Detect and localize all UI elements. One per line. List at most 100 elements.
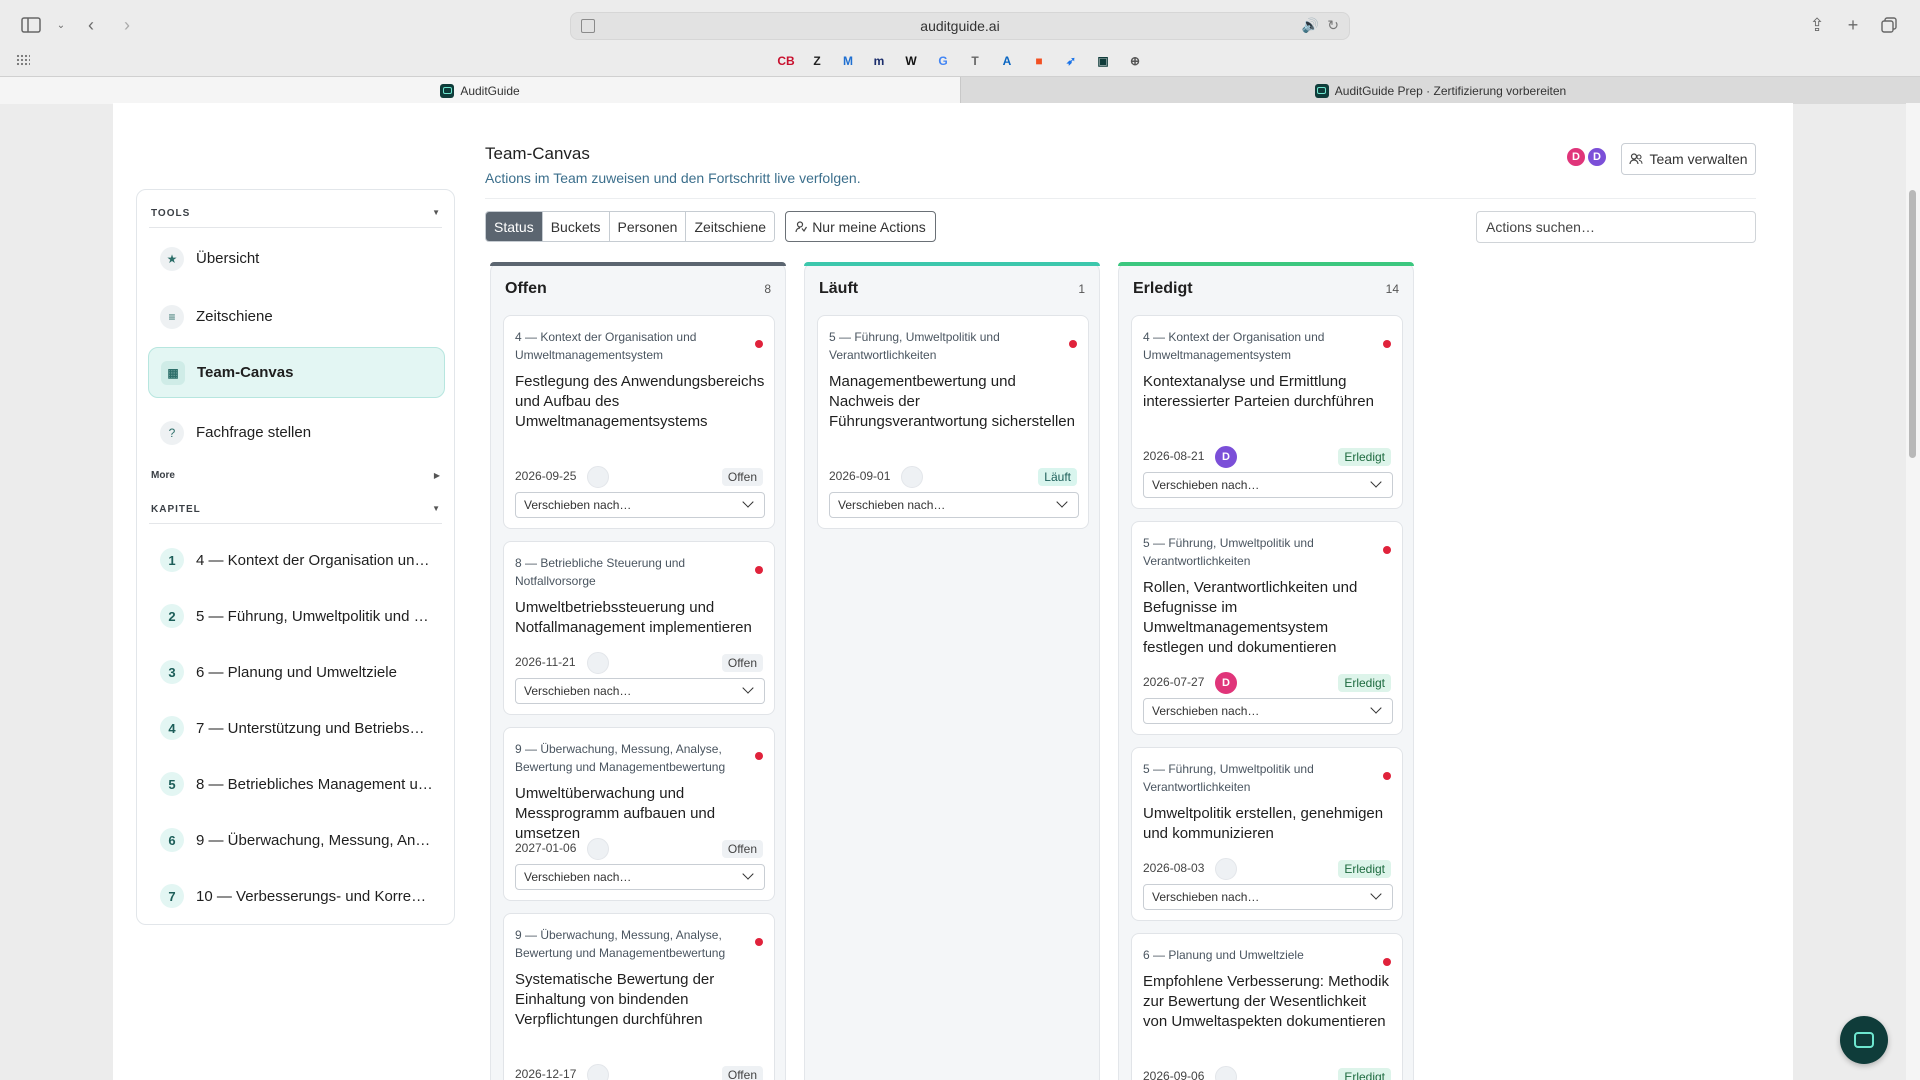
tab-auditguide[interactable]: AuditGuide xyxy=(0,77,960,104)
bookmark-icon[interactable]: Z xyxy=(808,52,826,70)
sidebar-item-label: Übersicht xyxy=(196,250,260,267)
search-input[interactable]: Actions suchen… xyxy=(1476,211,1756,243)
priority-dot-icon xyxy=(1383,546,1391,554)
action-card[interactable]: 5 — Führung, Umweltpolitik und Verantwor… xyxy=(1131,747,1403,921)
collapse-chapters-icon[interactable]: ▼ xyxy=(432,504,440,513)
more-toggle[interactable]: More xyxy=(151,470,175,481)
bookmark-icon[interactable]: ■ xyxy=(1030,52,1048,70)
bookmark-icon[interactable]: CB xyxy=(777,52,795,70)
sidebar-item-zeitschiene[interactable]: ≡ Zeitschiene xyxy=(148,291,445,342)
move-to-select[interactable]: Verschieben nach… xyxy=(1143,884,1393,910)
chapter-label: 8 — Betriebliches Management un… xyxy=(196,775,433,793)
sidebar-toggle-icon[interactable] xyxy=(18,12,44,38)
avatar[interactable]: D xyxy=(1565,146,1587,168)
chevron-right-icon[interactable]: ▶ xyxy=(434,471,440,480)
tab-buckets[interactable]: Buckets xyxy=(542,212,610,241)
share-icon[interactable]: ⇪ xyxy=(1804,12,1830,38)
sidebar-item-chapter[interactable]: 3 6 — Planung und Umweltziele xyxy=(148,649,445,695)
manage-team-button[interactable]: Team verwalten xyxy=(1621,143,1756,175)
speaker-icon[interactable]: 🔊 xyxy=(1302,17,1319,34)
board-icon: ▦ xyxy=(161,360,185,385)
sidebar-item-fachfrage[interactable]: ? Fachfrage stellen xyxy=(148,407,445,458)
bookmark-icon[interactable]: G xyxy=(934,52,952,70)
action-card[interactable]: 9 — Überwachung, Messung, Analyse, Bewer… xyxy=(503,727,775,901)
chapter-label: 4 — Kontext der Organisation und … xyxy=(196,551,433,569)
move-to-select[interactable]: Verschieben nach… xyxy=(515,678,765,704)
bookmark-icon[interactable]: W xyxy=(902,52,920,70)
tab-auditguide-prep[interactable]: AuditGuide Prep · Zertifizierung vorbere… xyxy=(960,77,1920,104)
move-to-label: Verschieben nach… xyxy=(1152,890,1260,904)
action-card[interactable]: 5 — Führung, Umweltpolitik und Verantwor… xyxy=(817,315,1089,529)
sidebar-item-chapter[interactable]: 4 7 — Unterstützung und Betriebsmit… xyxy=(148,705,445,751)
assignee-avatar[interactable] xyxy=(1215,1066,1237,1080)
divider xyxy=(149,523,442,524)
action-card[interactable]: 5 — Führung, Umweltpolitik und Verantwor… xyxy=(1131,521,1403,735)
move-to-label: Verschieben nach… xyxy=(1152,704,1260,718)
card-due-date: 2026-11-21 xyxy=(515,655,576,669)
assignee-avatar[interactable]: D xyxy=(1215,446,1237,468)
collapse-tools-icon[interactable]: ▼ xyxy=(432,208,440,217)
priority-dot-icon xyxy=(755,752,763,760)
tab-personen[interactable]: Personen xyxy=(609,212,687,241)
assignee-avatar[interactable] xyxy=(587,466,609,488)
column-status-bar xyxy=(1118,262,1414,266)
tab-status[interactable]: Status xyxy=(486,212,543,241)
sidebar-item-chapter[interactable]: 7 10 — Verbesserungs- und Korrektu… xyxy=(148,873,445,919)
scrollbar-thumb[interactable] xyxy=(1909,190,1916,458)
assignee-avatar[interactable] xyxy=(587,1064,609,1080)
sidebar-item-chapter[interactable]: 5 8 — Betriebliches Management un… xyxy=(148,761,445,807)
column-title: Läuft xyxy=(819,280,859,297)
assignee-avatar[interactable] xyxy=(901,466,923,488)
bookmark-icon[interactable]: ➶ xyxy=(1062,52,1080,70)
reload-icon[interactable]: ↻ xyxy=(1327,17,1339,34)
action-card[interactable]: 8 — Betriebliche Steuerung und Notfallvo… xyxy=(503,541,775,715)
bookmark-icon[interactable]: M xyxy=(839,52,857,70)
action-card[interactable]: 4 — Kontext der Organisation und Umweltm… xyxy=(1131,315,1403,509)
forward-icon[interactable]: › xyxy=(114,12,140,38)
assignee-avatar[interactable] xyxy=(1215,858,1237,880)
new-tab-icon[interactable]: + xyxy=(1840,12,1866,38)
sidebar-item-chapter[interactable]: 1 4 — Kontext der Organisation und … xyxy=(148,537,445,583)
tab-bar: AuditGuide AuditGuide Prep · Zertifizier… xyxy=(0,76,1920,104)
avatar[interactable]: D xyxy=(1586,146,1608,168)
address-bar[interactable]: auditguide.ai 🔊 ↻ xyxy=(570,12,1350,40)
auditguide-logo-icon xyxy=(440,83,455,98)
card-due-date: 2026-09-06 xyxy=(1143,1069,1205,1080)
column-status-bar xyxy=(490,262,786,266)
tab-overview-icon[interactable] xyxy=(1876,12,1902,38)
chevron-down-icon[interactable]: ⌄ xyxy=(48,12,74,38)
card-title: Rollen, Verantwortlichkeiten und Befugni… xyxy=(1143,579,1358,656)
star-icon: ★ xyxy=(160,246,184,271)
bookmark-icon[interactable]: A xyxy=(998,52,1016,70)
my-actions-filter-button[interactable]: Nur meine Actions xyxy=(785,211,936,242)
action-card[interactable]: 4 — Kontext der Organisation und Umweltm… xyxy=(503,315,775,529)
assignee-avatar[interactable]: D xyxy=(1215,672,1237,694)
bookmark-icon[interactable]: m xyxy=(870,52,888,70)
bookmark-icon[interactable]: ⊕ xyxy=(1126,52,1144,70)
sidebar-item-chapter[interactable]: 6 9 — Überwachung, Messung, Analy… xyxy=(148,817,445,863)
column-status-bar xyxy=(804,262,1100,266)
sidebar-item-uebersicht[interactable]: ★ Übersicht xyxy=(148,233,445,284)
assignee-avatar[interactable] xyxy=(587,838,609,860)
priority-dot-icon xyxy=(1383,340,1391,348)
move-to-select[interactable]: Verschieben nach… xyxy=(515,864,765,890)
kanban-column: Erledigt 14 4 — Kontext der Organisation u… xyxy=(1118,262,1414,1080)
chat-support-button[interactable] xyxy=(1840,1016,1888,1064)
bookmark-icon[interactable]: ▣ xyxy=(1094,52,1112,70)
back-icon[interactable]: ‹ xyxy=(78,12,104,38)
bookmark-icon[interactable]: T xyxy=(966,52,984,70)
chevron-down-icon xyxy=(742,682,754,694)
card-chapter: 5 — Führung, Umweltpolitik und Verantwor… xyxy=(1143,762,1314,794)
action-card[interactable]: 9 — Überwachung, Messung, Analyse, Bewer… xyxy=(503,913,775,1080)
move-to-select[interactable]: Verschieben nach… xyxy=(515,492,765,518)
move-to-select[interactable]: Verschieben nach… xyxy=(1143,472,1393,498)
tab-zeitschiene[interactable]: Zeitschiene xyxy=(686,212,775,241)
action-card[interactable]: 6 — Planung und Umweltziele Empfohlene Ve… xyxy=(1131,933,1403,1080)
sidebar-item-label: Team-Canvas xyxy=(197,364,294,381)
sidebar-item-team-canvas[interactable]: ▦ Team-Canvas xyxy=(148,347,445,398)
move-to-select[interactable]: Verschieben nach… xyxy=(829,492,1079,518)
chapter-number: 7 xyxy=(160,884,184,908)
move-to-select[interactable]: Verschieben nach… xyxy=(1143,698,1393,724)
sidebar-item-chapter[interactable]: 2 5 — Führung, Umweltpolitik und Ve… xyxy=(148,593,445,639)
assignee-avatar[interactable] xyxy=(587,652,609,674)
